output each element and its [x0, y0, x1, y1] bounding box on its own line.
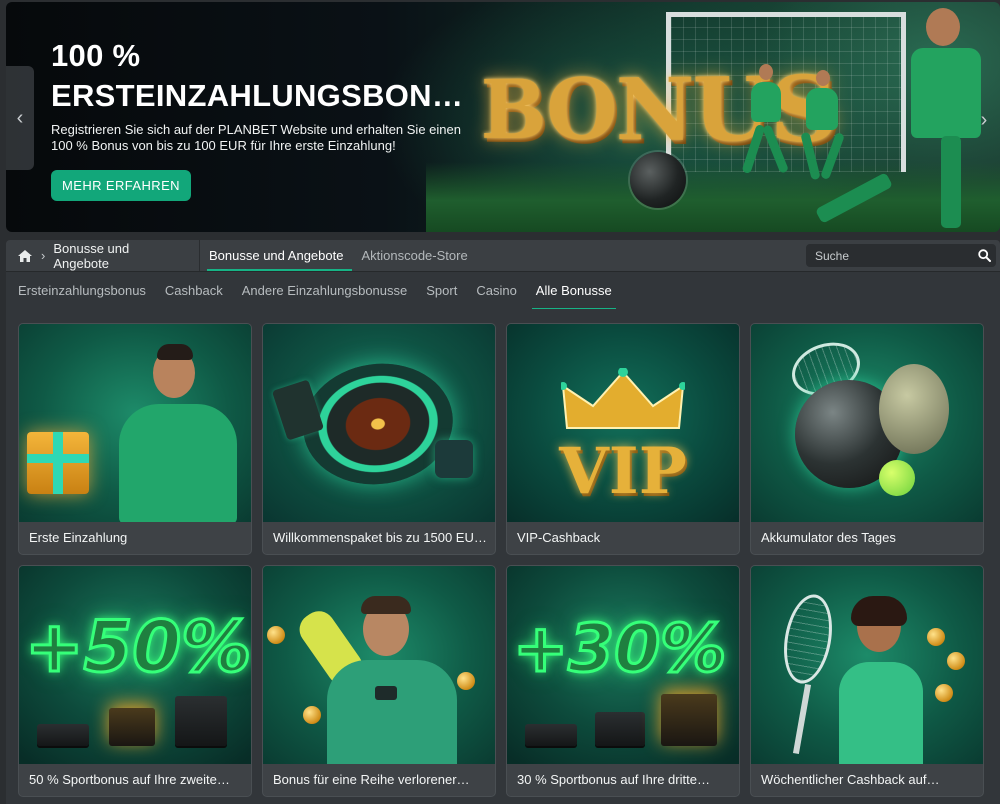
crown-icon [561, 368, 685, 434]
dice-icon [435, 440, 473, 478]
player-figure [796, 70, 848, 190]
home-icon[interactable] [17, 249, 33, 263]
carousel-prev-button[interactable]: ‹ [6, 66, 34, 170]
bonus-card[interactable]: Willkommenspaket bis zu 1500 EU… [262, 323, 496, 555]
chevron-left-icon: ‹ [17, 107, 24, 130]
filter-other-deposit-bonuses[interactable]: Andere Einzahlungsbonusse [242, 272, 408, 310]
card-title: Akkumulator des Tages [761, 522, 975, 554]
section-tabs: Bonusse und Angebote Aktionscode-Store [200, 240, 477, 271]
filter-first-deposit-bonus[interactable]: Ersteinzahlungsbonus [18, 272, 146, 310]
card-title: 30 % Sportbonus auf Ihre dritte… [517, 764, 731, 796]
tab-promo-code-store[interactable]: Aktionscode-Store [352, 240, 476, 271]
card-image: VIP [507, 324, 739, 522]
player-figure [741, 64, 791, 184]
filter-sport[interactable]: Sport [426, 272, 457, 310]
coin-icon [267, 626, 285, 644]
box-icon [109, 708, 155, 746]
percent-art-text: +50% [25, 606, 251, 688]
search-input[interactable] [815, 249, 972, 263]
bonus-grid: Erste Einzahlung Willkommenspaket bis zu… [6, 309, 1000, 804]
top-navigation: › Bonusse und Angebote Bonusse und Angeb… [6, 240, 1000, 271]
coin-icon [927, 628, 945, 646]
bonus-card[interactable]: +50% 50 % Sportbonus auf Ihre zweite… [18, 565, 252, 797]
bonus-card[interactable]: +30% 30 % Sportbonus auf Ihre dritte… [506, 565, 740, 797]
person-figure [313, 596, 463, 764]
person-figure [821, 600, 941, 764]
card-image [751, 566, 983, 764]
breadcrumb-separator: › [41, 248, 45, 263]
hero-title-line2: ERSTEINZAHLUNGSBONU… [51, 76, 471, 116]
card-image: +30% [507, 566, 739, 764]
box-icon [175, 696, 227, 746]
hero-title: 100 % ERSTEINZAHLUNGSBONU… [51, 36, 471, 116]
person-figure [119, 344, 239, 522]
gift-box-icon [27, 432, 89, 494]
card-title: Wöchentlicher Cashback auf… [761, 764, 975, 796]
hero-banner[interactable]: BONUS 100 % ERSTEINZAHLUNGSBONU… Registr… [6, 2, 1000, 232]
hero-description: Registrieren Sie sich auf der PLANBET We… [51, 122, 471, 154]
carousel-next-button[interactable]: › [970, 72, 998, 168]
card-title: Erste Einzahlung [29, 522, 243, 554]
racket-handle [793, 684, 811, 754]
search-icon[interactable] [972, 244, 996, 267]
tennis-ball-icon [879, 460, 915, 496]
card-image [19, 324, 251, 522]
rugby-ball-icon [879, 364, 949, 454]
box-icon [525, 724, 577, 746]
category-filter-bar: Ersteinzahlungsbonus Cashback Andere Ein… [6, 271, 1000, 309]
card-title: Willkommenspaket bis zu 1500 EU… [273, 522, 487, 554]
chevron-right-icon: › [981, 109, 988, 132]
card-image: +50% [19, 566, 251, 764]
coin-icon [935, 684, 953, 702]
breadcrumb: › Bonusse und Angebote [6, 240, 200, 271]
bonus-card[interactable]: Wöchentlicher Cashback auf… [750, 565, 984, 797]
card-title: VIP-Cashback [517, 522, 731, 554]
tab-bonuses-and-offers[interactable]: Bonusse und Angebote [200, 240, 352, 271]
box-icon [595, 712, 645, 746]
card-title: 50 % Sportbonus auf Ihre zweite… [29, 764, 243, 796]
hero-bonus-word: BONUS [481, 45, 734, 175]
percent-art-text: +30% [513, 610, 726, 687]
card-image [751, 324, 983, 522]
filter-all-bonuses[interactable]: Alle Bonusse [536, 272, 612, 310]
filter-casino[interactable]: Casino [476, 272, 516, 310]
phone-icon [375, 686, 397, 700]
vip-art-text: VIP [507, 434, 739, 509]
box-icon [37, 724, 89, 746]
breadcrumb-current: Bonusse und Angebote [53, 241, 185, 271]
card-image [263, 324, 495, 522]
coin-icon [303, 706, 321, 724]
more-info-button[interactable]: MEHR ERFAHREN [51, 170, 191, 201]
card-title: Bonus für eine Reihe verlorener… [273, 764, 487, 796]
card-image [263, 566, 495, 764]
search-box[interactable] [806, 244, 996, 267]
football-icon [630, 152, 686, 208]
filter-cashback[interactable]: Cashback [165, 272, 223, 310]
box-icon [661, 694, 717, 746]
player-figure [856, 8, 986, 228]
hero-title-line1: 100 % [51, 38, 140, 73]
bonus-card[interactable]: Akkumulator des Tages [750, 323, 984, 555]
coin-icon [457, 672, 475, 690]
coin-icon [947, 652, 965, 670]
bonus-card[interactable]: Erste Einzahlung [18, 323, 252, 555]
bonus-card[interactable]: VIP VIP-Cashback [506, 323, 740, 555]
bonus-card[interactable]: Bonus für eine Reihe verlorener… [262, 565, 496, 797]
